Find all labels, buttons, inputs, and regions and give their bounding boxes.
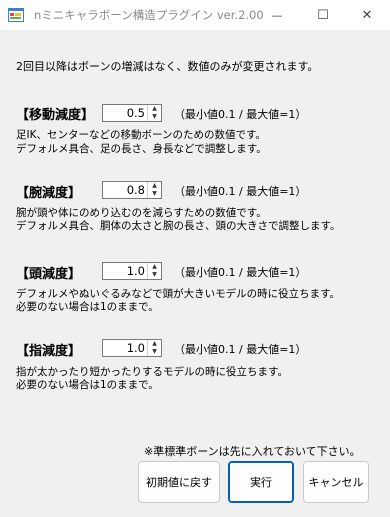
move-reduction-value[interactable]: 0.5 xyxy=(103,105,147,121)
finger-reduction-range: （最小値0.1 / 最大値=1） xyxy=(174,343,307,356)
title-bar: nミニキャラボーン構造プラグイン ver.2.00 — ☐ ✕ xyxy=(0,0,390,30)
arm-reduction-label: 【腕減度】 xyxy=(16,186,82,201)
minimize-button[interactable]: — xyxy=(254,0,300,30)
spin-up-icon[interactable]: ▲ xyxy=(148,263,161,271)
minimize-icon: — xyxy=(271,8,283,22)
finger-reduction-desc-1: 指が太かったり短かったりするモデルの時に役立ちます。 xyxy=(16,366,288,378)
spin-up-icon[interactable]: ▲ xyxy=(148,182,161,190)
intro-text: 2回目以降はボーンの増減はなく、数値のみが変更されます。 xyxy=(16,60,319,73)
head-reduction-label: 【頭減度】 xyxy=(16,267,82,282)
move-reduction-range: （最小値0.1 / 最大値=1） xyxy=(174,108,307,121)
window-title: nミニキャラボーン構造プラグイン ver.2.00 xyxy=(34,8,264,22)
spin-down-icon[interactable]: ▼ xyxy=(148,190,161,198)
move-reduction-desc-2: デフォルメ具合、足の長さ、身長などで調整します。 xyxy=(16,143,267,155)
finger-reduction-label: 【指減度】 xyxy=(16,344,82,359)
arm-reduction-desc-1: 腕が頭や体にのめり込むのを減らすための数値です。 xyxy=(16,207,267,219)
head-reduction-spinner[interactable]: 1.0 ▲ ▼ xyxy=(102,262,162,280)
spin-up-icon[interactable]: ▲ xyxy=(148,340,161,348)
head-reduction-desc-1: デフォルメやぬいぐるみなどで頭が大きいモデルの時に役立ちます。 xyxy=(16,288,341,300)
arm-reduction-range: （最小値0.1 / 最大値=1） xyxy=(174,185,307,198)
app-icon xyxy=(8,8,24,22)
move-reduction-spinner[interactable]: 0.5 ▲ ▼ xyxy=(102,104,162,122)
spin-arrows: ▲ ▼ xyxy=(147,105,161,121)
head-reduction-value[interactable]: 1.0 xyxy=(103,263,147,279)
head-reduction-range: （最小値0.1 / 最大値=1） xyxy=(174,266,307,279)
arm-reduction-spinner[interactable]: 0.8 ▲ ▼ xyxy=(102,181,162,199)
close-button[interactable]: ✕ xyxy=(344,0,390,30)
arm-reduction-value[interactable]: 0.8 xyxy=(103,182,147,198)
cancel-button[interactable]: キャンセル xyxy=(303,461,369,503)
note-text: ※準標準ボーンは先に入れておいて下さい。 xyxy=(144,445,361,458)
maximize-icon: ☐ xyxy=(317,7,329,23)
spin-arrows: ▲ ▼ xyxy=(147,182,161,198)
spin-up-icon[interactable]: ▲ xyxy=(148,105,161,113)
run-button[interactable]: 実行 xyxy=(228,461,294,503)
finger-reduction-desc-2: 必要のない場合は1のままで。 xyxy=(16,379,159,391)
move-reduction-desc-1: 足IK、センターなどの移動ボーンのための数値です。 xyxy=(16,129,266,141)
spin-down-icon[interactable]: ▼ xyxy=(148,271,161,279)
spin-down-icon[interactable]: ▼ xyxy=(148,113,161,121)
spin-arrows: ▲ ▼ xyxy=(147,263,161,279)
maximize-button[interactable]: ☐ xyxy=(300,0,346,30)
finger-reduction-spinner[interactable]: 1.0 ▲ ▼ xyxy=(102,339,162,357)
spin-down-icon[interactable]: ▼ xyxy=(148,348,161,356)
head-reduction-desc-2: 必要のない場合は1のままで。 xyxy=(16,301,159,313)
finger-reduction-value[interactable]: 1.0 xyxy=(103,340,147,356)
close-icon: ✕ xyxy=(361,7,373,23)
spin-arrows: ▲ ▼ xyxy=(147,340,161,356)
move-reduction-label: 【移動減度】 xyxy=(16,108,95,123)
arm-reduction-desc-2: デフォルメ具合、胴体の太さと腕の長さ、頭の大きさで調整します。 xyxy=(16,220,341,232)
reset-button[interactable]: 初期値に戻す xyxy=(138,461,220,503)
